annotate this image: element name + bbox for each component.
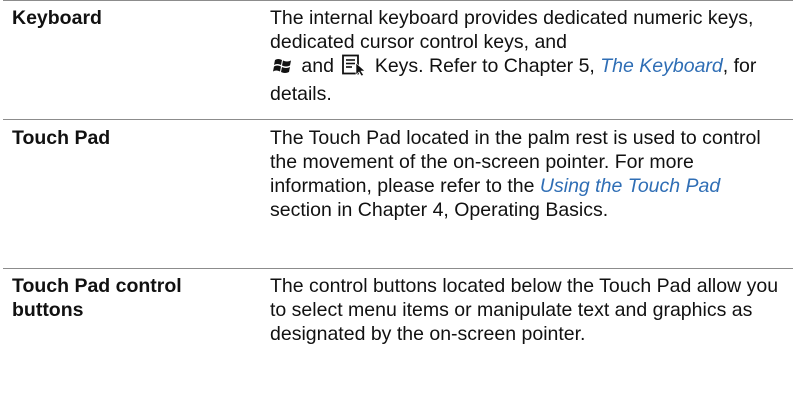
desc-keyboard-text-1: The internal keyboard provides dedicated…: [270, 7, 754, 53]
table-row-keyboard: Keyboard The internal keyboard provides …: [3, 0, 793, 120]
term-touch-pad-control-buttons: Touch Pad control buttons: [12, 275, 182, 321]
link-using-the-touch-pad[interactable]: Using the Touch Pad: [540, 175, 720, 197]
term-touch-pad: Touch Pad: [12, 127, 111, 149]
link-the-keyboard[interactable]: The Keyboard: [600, 55, 723, 77]
desc-touch-pad-text-2: section in Chapter 4, Operating Basics.: [270, 199, 609, 221]
windows-logo-key-icon: [272, 56, 294, 82]
desc-keyboard: The internal keyboard provides dedicated…: [243, 1, 793, 119]
table-row-touch-pad: Touch Pad The Touch Pad located in the p…: [3, 120, 793, 269]
desc-touch-pad: The Touch Pad located in the palm rest i…: [243, 120, 793, 268]
table-row-touch-pad-control-buttons: Touch Pad control buttons The control bu…: [3, 269, 793, 399]
feature-table: Keyboard The internal keyboard provides …: [3, 0, 793, 399]
desc-keyboard-and: and: [301, 55, 334, 77]
term-keyboard: Keyboard: [12, 7, 102, 29]
desc-keyboard-text-2: Keys. Refer to Chapter 5,: [374, 55, 601, 77]
desc-touch-pad-control-buttons: The control buttons located below the To…: [270, 275, 779, 345]
application-menu-key-icon: [341, 54, 367, 82]
